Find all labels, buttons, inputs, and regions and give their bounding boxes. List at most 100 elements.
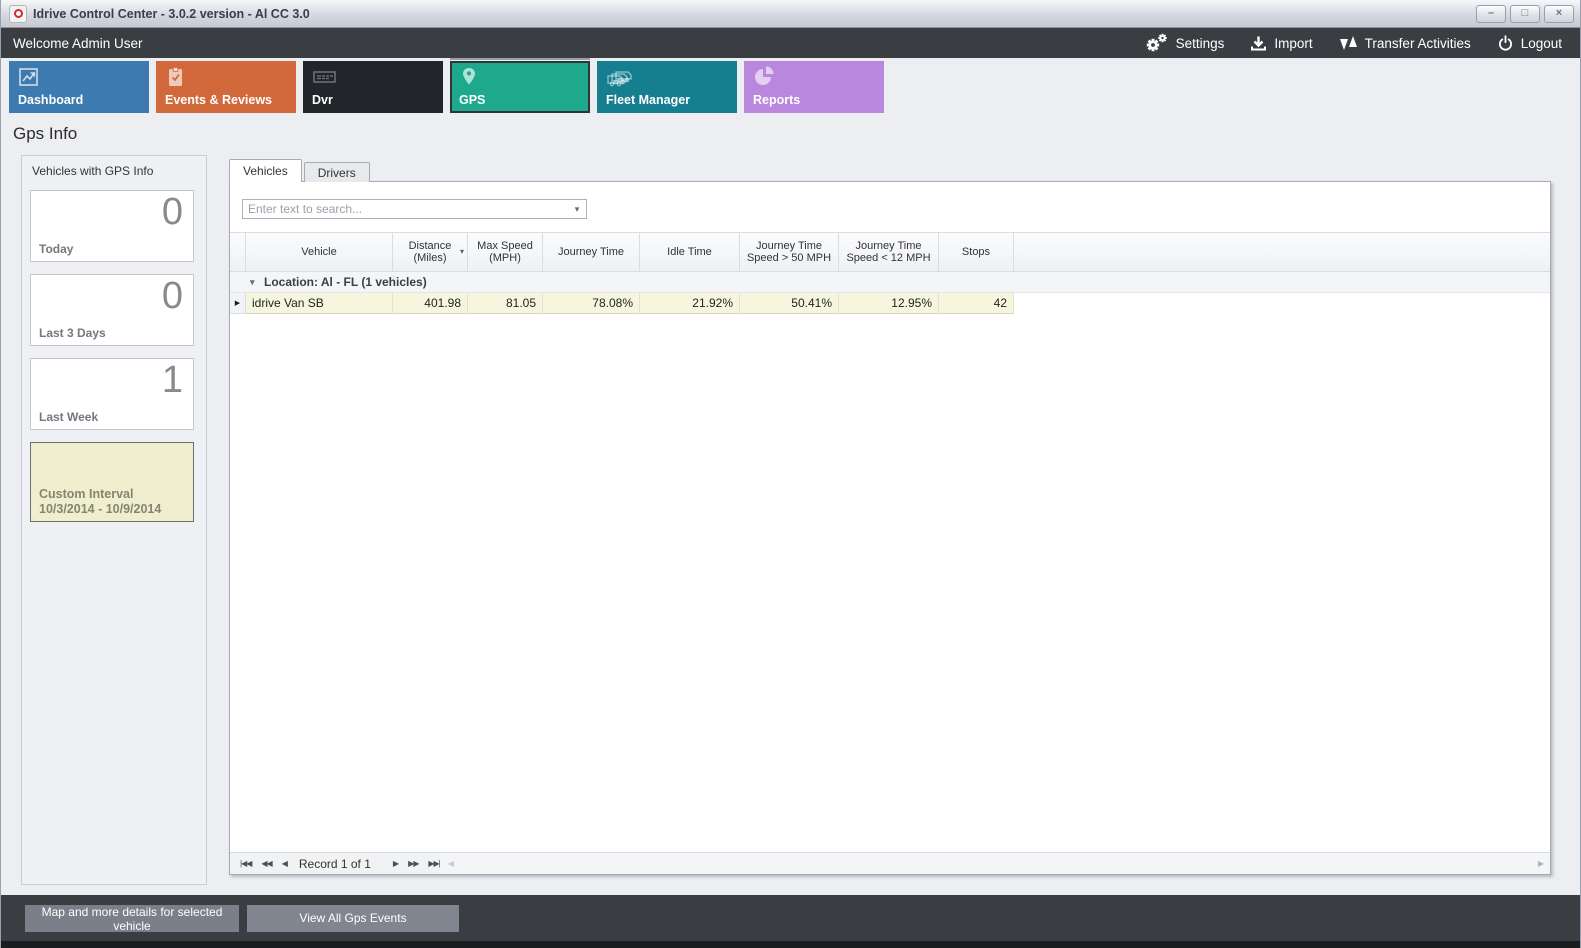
horizontal-scrollbar[interactable]: ◀ ▶: [440, 853, 1550, 874]
window-bottom-border: [1, 941, 1580, 948]
group-collapse-icon[interactable]: ▾: [250, 277, 264, 288]
col-header-idle-time[interactable]: Idle Time: [640, 233, 740, 272]
vehicles-grid: Vehicle Distance (Miles) ▾ Max Speed (MP…: [230, 232, 1550, 852]
col-header-journey-lt12[interactable]: Journey Time Speed < 12 MPH: [839, 233, 939, 272]
scroll-right-icon[interactable]: ▶: [1538, 859, 1544, 868]
topbar-actions: Settings Import: [1145, 33, 1580, 53]
row-cells: idrive Van SB 401.98 81.05 78.08% 21.92%…: [246, 293, 1014, 314]
cell-journey-gt50[interactable]: 50.41%: [740, 293, 839, 314]
window-controls: – □ ×: [1476, 5, 1574, 23]
import-icon: [1250, 35, 1267, 52]
scroll-left-icon[interactable]: ◀: [448, 859, 454, 868]
card-today[interactable]: 0 Today: [30, 190, 194, 262]
logout-button[interactable]: Logout: [1497, 35, 1562, 52]
map-details-button[interactable]: Map and more details for selected vehicl…: [25, 905, 239, 932]
app-logo-icon: [9, 5, 27, 23]
tab-drivers[interactable]: Drivers: [304, 162, 370, 182]
tab-vehicles-label: Vehicles: [243, 164, 288, 178]
tile-fleet-manager[interactable]: Fleet Manager: [597, 61, 737, 113]
search-input[interactable]: [243, 202, 568, 216]
search-combo: ▾: [242, 199, 587, 219]
sort-desc-icon: ▾: [460, 246, 464, 259]
dvr-icon: [312, 66, 338, 88]
col-header-max-speed[interactable]: Max Speed (MPH): [468, 233, 543, 272]
cell-journey-time[interactable]: 78.08%: [543, 293, 640, 314]
row-marker-icon: ▶: [235, 299, 240, 307]
group-row-location[interactable]: ▾ Location: Al - FL (1 vehicles): [230, 272, 1550, 293]
grid-header-gutter: [230, 233, 246, 272]
pager-prev-page-icon[interactable]: ◀◀: [261, 859, 271, 868]
vehicle-driver-tabs: Vehicles Drivers: [229, 159, 372, 182]
settings-button[interactable]: Settings: [1145, 33, 1225, 53]
minimize-button[interactable]: –: [1476, 5, 1506, 23]
page-title: Gps Info: [13, 124, 77, 144]
cell-vehicle[interactable]: idrive Van SB: [246, 293, 393, 314]
tile-dvr-label: Dvr: [312, 93, 333, 107]
transfer-activities-label: Transfer Activities: [1365, 36, 1471, 51]
transfer-activities-button[interactable]: Transfer Activities: [1339, 34, 1471, 52]
col-header-distance[interactable]: Distance (Miles) ▾: [393, 233, 468, 272]
col-header-idle-time-label: Idle Time: [667, 246, 712, 259]
group-row-label: Location: Al - FL (1 vehicles): [264, 275, 427, 289]
tile-dvr[interactable]: Dvr: [303, 61, 443, 113]
tile-events-reviews[interactable]: Events & Reviews: [156, 61, 296, 113]
col-header-journey-time[interactable]: Journey Time: [543, 233, 640, 272]
window-title: Idrive Control Center - 3.0.2 version - …: [33, 7, 310, 21]
card-last-3-days-label: Last 3 Days: [39, 326, 106, 340]
tile-reports[interactable]: Reports: [744, 61, 884, 113]
settings-label: Settings: [1176, 36, 1225, 51]
col-header-journey-gt50[interactable]: Journey Time Speed > 50 MPH: [740, 233, 839, 272]
sidebar-title: Vehicles with GPS Info: [22, 156, 206, 178]
card-last-3-days-value: 0: [162, 275, 183, 318]
col-header-vehicle[interactable]: Vehicle: [246, 233, 393, 272]
topbar: Welcome Admin User: [1, 28, 1580, 58]
cell-stops[interactable]: 42: [939, 293, 1014, 314]
view-all-gps-events-button[interactable]: View All Gps Events: [247, 905, 459, 932]
tab-vehicles[interactable]: Vehicles: [229, 159, 302, 182]
col-header-stops[interactable]: Stops: [939, 233, 1014, 272]
map-pin-icon: [459, 66, 479, 88]
pager-next-icon[interactable]: ▶: [393, 859, 398, 868]
footer-bar: Map and more details for selected vehicl…: [1, 895, 1580, 941]
col-header-distance-label: Distance (Miles): [396, 240, 464, 265]
row-marker: ▶: [230, 293, 246, 314]
card-last-week[interactable]: 1 Last Week: [30, 358, 194, 430]
grid-pager: |◀◀ ◀◀ ◀ Record 1 of 1 ▶ ▶▶ ▶▶| ◀ ▶: [230, 852, 1550, 874]
import-button[interactable]: Import: [1250, 35, 1312, 52]
pager-last-icon[interactable]: ▶▶|: [428, 859, 439, 868]
card-last-3-days[interactable]: 0 Last 3 Days: [30, 274, 194, 346]
tab-drivers-label: Drivers: [318, 166, 356, 180]
logout-label: Logout: [1521, 36, 1562, 51]
card-today-value: 0: [162, 191, 183, 234]
card-custom-interval[interactable]: Custom Interval 10/3/2014 - 10/9/2014: [30, 442, 194, 522]
app-window: Idrive Control Center - 3.0.2 version - …: [0, 0, 1581, 948]
tile-dashboard[interactable]: Dashboard: [9, 61, 149, 113]
pager-first-icon[interactable]: |◀◀: [240, 859, 251, 868]
card-custom-interval-dates: 10/3/2014 - 10/9/2014: [39, 502, 161, 516]
power-icon: [1497, 35, 1514, 52]
cell-idle-time[interactable]: 21.92%: [640, 293, 740, 314]
dropdown-arrow-icon[interactable]: ▾: [568, 204, 586, 215]
tile-reports-label: Reports: [753, 93, 800, 107]
pager-record-text: Record 1 of 1: [299, 857, 371, 871]
tile-gps[interactable]: GPS: [450, 61, 590, 113]
gps-summary-sidebar: Vehicles with GPS Info 0 Today 0 Last 3 …: [21, 155, 207, 885]
cell-journey-lt12[interactable]: 12.95%: [839, 293, 939, 314]
col-header-vehicle-label: Vehicle: [301, 246, 336, 259]
cell-max-speed[interactable]: 81.05: [468, 293, 543, 314]
import-label: Import: [1274, 36, 1312, 51]
col-header-stops-label: Stops: [962, 246, 990, 259]
close-button[interactable]: ×: [1544, 5, 1574, 23]
cell-distance[interactable]: 401.98: [393, 293, 468, 314]
pager-next-page-icon[interactable]: ▶▶: [408, 859, 418, 868]
maximize-button[interactable]: □: [1510, 5, 1540, 23]
table-row[interactable]: ▶ idrive Van SB 401.98 81.05 78.08% 21.9…: [230, 293, 1550, 314]
nav-tiles: Dashboard Events & Reviews Dvr: [1, 58, 1580, 120]
tile-fleet-manager-label: Fleet Manager: [606, 93, 690, 107]
card-custom-interval-label: Custom Interval: [39, 487, 133, 501]
line-chart-icon: [18, 66, 40, 88]
grid-header-row: Vehicle Distance (Miles) ▾ Max Speed (MP…: [230, 232, 1550, 272]
col-header-journey-time-label: Journey Time: [558, 246, 624, 259]
pager-prev-icon[interactable]: ◀: [282, 859, 287, 868]
vehicles-panel: ▾ Vehicle Distance (Miles) ▾ Max Speed (…: [229, 181, 1551, 875]
